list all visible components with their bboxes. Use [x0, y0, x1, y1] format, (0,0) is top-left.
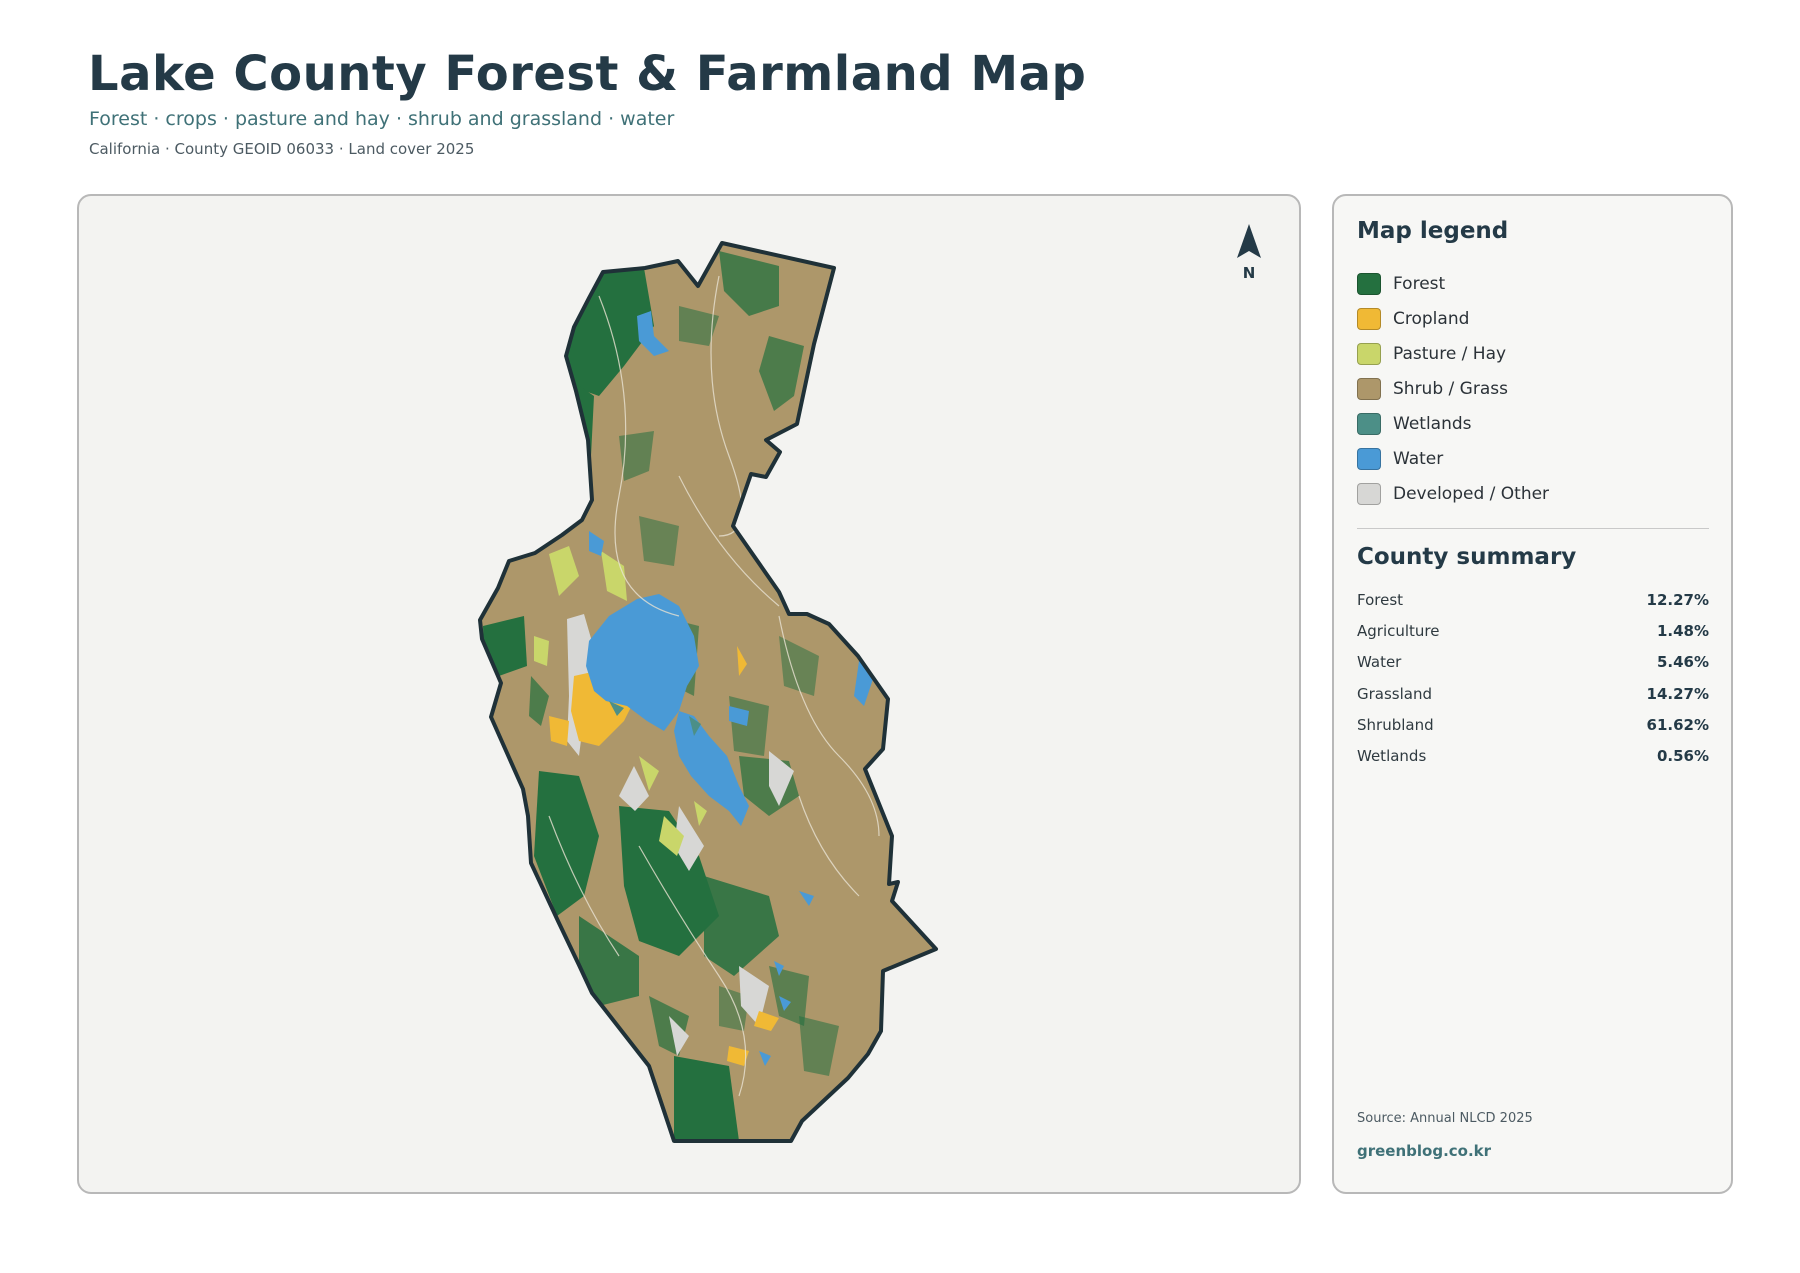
legend-label: Developed / Other — [1393, 483, 1550, 504]
summary-name: Agriculture — [1357, 621, 1440, 640]
legend-swatch — [1357, 307, 1381, 330]
legend-item: Pasture / Hay — [1357, 336, 1707, 371]
county-map[interactable] — [79, 196, 1299, 1192]
legend-title: Map legend — [1357, 218, 1509, 244]
summary-row: Agriculture 1.48% — [1357, 615, 1709, 646]
legend-label: Pasture / Hay — [1393, 343, 1507, 364]
legend-label: Water — [1393, 448, 1444, 469]
summary-row: Grassland 14.27% — [1357, 678, 1709, 709]
summary-value: 12.27% — [1646, 590, 1709, 609]
summary-name: Shrubland — [1357, 715, 1434, 734]
legend-item: Water — [1357, 441, 1707, 476]
legend-label: Wetlands — [1393, 413, 1472, 434]
legend-swatch — [1357, 482, 1381, 505]
legend-swatch — [1357, 377, 1381, 400]
legend-swatch — [1357, 412, 1381, 435]
map-title: Lake County Forest & Farmland Map — [88, 46, 1087, 102]
legend-item: Developed / Other — [1357, 476, 1707, 511]
legend-swatch — [1357, 342, 1381, 365]
legend-item: Forest — [1357, 266, 1707, 301]
legend-label: Shrub / Grass — [1393, 378, 1508, 399]
legend-item: Shrub / Grass — [1357, 371, 1707, 406]
summary-name: Wetlands — [1357, 747, 1427, 766]
summary-name: Forest — [1357, 590, 1404, 609]
summary-row: Water 5.46% — [1357, 647, 1709, 678]
summary-name: Grassland — [1357, 684, 1432, 703]
legend-label: Forest — [1393, 273, 1446, 294]
summary-value: 5.46% — [1656, 653, 1709, 672]
legend-item: Cropland — [1357, 301, 1707, 336]
credit-link[interactable]: greenblog.co.kr — [1357, 1142, 1491, 1160]
legend-swatch — [1357, 447, 1381, 470]
source-note: Source: Annual NLCD 2025 — [1357, 1111, 1533, 1126]
legend-panel: Map legend Forest Cropland Pasture / Hay Sh… — [1332, 194, 1733, 1194]
north-arrow: N — [1233, 224, 1265, 282]
summary-row: Forest 12.27% — [1357, 584, 1709, 615]
summary-value: 14.27% — [1646, 684, 1709, 703]
north-label: N — [1242, 264, 1256, 282]
legend-swatch — [1357, 272, 1381, 295]
summary-value: 61.62% — [1646, 715, 1709, 734]
summary-title: County summary — [1357, 544, 1577, 570]
map-subtitle: Forest · crops · pasture and hay · shrub… — [89, 108, 675, 130]
north-arrow-icon — [1237, 224, 1261, 258]
divider — [1357, 528, 1709, 529]
map-panel[interactable]: N — [77, 194, 1301, 1194]
summary-list: Forest 12.27% Agriculture 1.48% Water 5.46% Gr… — [1357, 584, 1709, 772]
summary-row: Shrubland 61.62% — [1357, 709, 1709, 740]
map-meta: California · County GEOID 06033 · Land c… — [89, 140, 475, 158]
summary-name: Water — [1357, 653, 1402, 672]
legend-label: Cropland — [1393, 308, 1470, 329]
legend-item: Wetlands — [1357, 406, 1707, 441]
legend-list: Forest Cropland Pasture / Hay Shrub / Grass… — [1357, 266, 1707, 511]
summary-value: 1.48% — [1656, 621, 1709, 640]
summary-row: Wetlands 0.56% — [1357, 740, 1709, 771]
summary-value: 0.56% — [1656, 747, 1709, 766]
